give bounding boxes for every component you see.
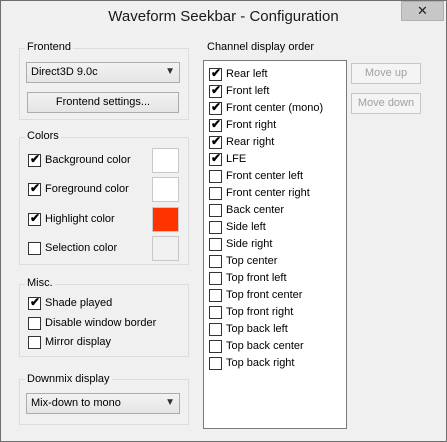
channel-item-12-label: Top front left	[226, 272, 287, 284]
window-title: Waveform Seekbar - Configuration	[108, 8, 339, 25]
checkbox-checked-icon[interactable]: ✔	[209, 151, 222, 166]
checkbox-checked-icon[interactable]: ✔	[209, 117, 222, 132]
move-down-button[interactable]: Move down	[351, 93, 421, 114]
channel-item-5-label: LFE	[226, 153, 247, 165]
checkmark-icon: ✔	[211, 117, 222, 131]
misc-group-label: Misc.	[25, 277, 55, 289]
title-bar: Waveform Seekbar - Configuration ✕	[1, 1, 446, 31]
config-window: Waveform Seekbar - Configuration ✕ Front…	[0, 0, 447, 442]
misc-checkbox-0-label: Shade played	[45, 297, 113, 309]
channel-item-10-label: Side right	[226, 238, 273, 250]
checkbox-unchecked-icon[interactable]	[209, 221, 222, 234]
downmix-dropdown[interactable]: Mix-down to mono ▼	[26, 393, 180, 414]
checkbox-checked-icon[interactable]: ✔	[28, 295, 41, 310]
channel-item-2-label: Front center (mono)	[226, 102, 324, 114]
channel-item-9-label: Side left	[226, 221, 266, 233]
checkbox-checked-icon[interactable]: ✔	[28, 181, 41, 196]
move-up-button[interactable]: Move up	[351, 63, 421, 84]
color-checkbox-3-label: Selection color	[45, 242, 118, 254]
frontend-dropdown-value: Direct3D 9.0c	[31, 66, 98, 78]
checkmark-icon: ✔	[211, 151, 222, 165]
checkbox-unchecked-icon[interactable]	[209, 272, 222, 285]
channel-item-13-label: Top front center	[226, 289, 303, 301]
downmix-group-label: Downmix display	[25, 373, 112, 385]
checkbox-unchecked-icon[interactable]	[28, 242, 41, 255]
checkbox-unchecked-icon[interactable]	[28, 317, 41, 330]
channel-item-6-label: Front center left	[226, 170, 304, 182]
checkbox-unchecked-icon[interactable]	[209, 187, 222, 200]
checkbox-checked-icon[interactable]: ✔	[209, 83, 222, 98]
frontend-dropdown[interactable]: Direct3D 9.0c ▼	[26, 62, 180, 83]
frontend-group-label: Frontend	[25, 41, 74, 53]
checkmark-icon: ✔	[211, 66, 222, 80]
checkbox-checked-icon[interactable]: ✔	[209, 134, 222, 149]
color-checkbox-2-label: Highlight color	[45, 213, 115, 225]
checkbox-unchecked-icon[interactable]	[209, 357, 222, 370]
checkbox-unchecked-icon[interactable]	[209, 289, 222, 302]
checkbox-checked-icon[interactable]: ✔	[209, 100, 222, 115]
channel-order-list[interactable]: ✔ Rear left ✔ Front left ✔ Front center (mono…	[203, 60, 347, 429]
checkmark-icon: ✔	[30, 211, 41, 225]
channel-item-7-label: Front center right	[226, 187, 310, 199]
color-checkbox-1-label: Foreground color	[45, 183, 129, 195]
channel-item-4-label: Rear right	[226, 136, 275, 148]
color-checkbox-0-label: Background color	[45, 154, 131, 166]
channel-item-8-label: Back center	[226, 204, 285, 216]
channel-order-label: Channel display order	[205, 41, 317, 53]
color-swatch-3[interactable]	[152, 236, 179, 261]
close-icon: ✕	[417, 3, 428, 18]
channel-item-1-label: Front left	[226, 85, 270, 97]
chevron-down-icon: ▼	[165, 397, 175, 408]
checkbox-unchecked-icon[interactable]	[209, 238, 222, 251]
checkmark-icon: ✔	[30, 152, 41, 166]
checkbox-unchecked-icon[interactable]	[209, 255, 222, 268]
channel-item-0-label: Rear left	[226, 68, 268, 80]
channel-item-11-label: Top center	[226, 255, 278, 267]
checkbox-unchecked-icon[interactable]	[28, 336, 41, 349]
frontend-settings-button[interactable]: Frontend settings...	[27, 92, 179, 113]
color-swatch-1[interactable]	[152, 177, 179, 202]
checkbox-unchecked-icon[interactable]	[209, 204, 222, 217]
checkmark-icon: ✔	[30, 295, 41, 309]
checkmark-icon: ✔	[211, 134, 222, 148]
checkmark-icon: ✔	[211, 83, 222, 97]
downmix-dropdown-value: Mix-down to mono	[31, 397, 121, 409]
channel-item-15-label: Top back left	[226, 323, 288, 335]
checkmark-icon: ✔	[30, 181, 41, 195]
checkbox-unchecked-icon[interactable]	[209, 340, 222, 353]
color-swatch-2[interactable]	[152, 207, 179, 232]
channel-item-3-label: Front right	[226, 119, 277, 131]
channel-item-14-label: Top front right	[226, 306, 294, 318]
checkbox-checked-icon[interactable]: ✔	[28, 152, 41, 167]
checkbox-checked-icon[interactable]: ✔	[28, 211, 41, 226]
channel-item-17-label: Top back right	[226, 357, 295, 369]
checkbox-checked-icon[interactable]: ✔	[209, 66, 222, 81]
color-swatch-0[interactable]	[152, 148, 179, 173]
checkmark-icon: ✔	[211, 100, 222, 114]
misc-checkbox-2-label: Mirror display	[45, 336, 112, 348]
checkbox-unchecked-icon[interactable]	[209, 323, 222, 336]
chevron-down-icon: ▼	[165, 66, 175, 77]
close-button[interactable]: ✕	[401, 1, 444, 21]
channel-item-16-label: Top back center	[226, 340, 304, 352]
checkbox-unchecked-icon[interactable]	[209, 306, 222, 319]
misc-checkbox-1-label: Disable window border	[45, 317, 157, 329]
colors-group-label: Colors	[25, 130, 61, 142]
checkbox-unchecked-icon[interactable]	[209, 170, 222, 183]
